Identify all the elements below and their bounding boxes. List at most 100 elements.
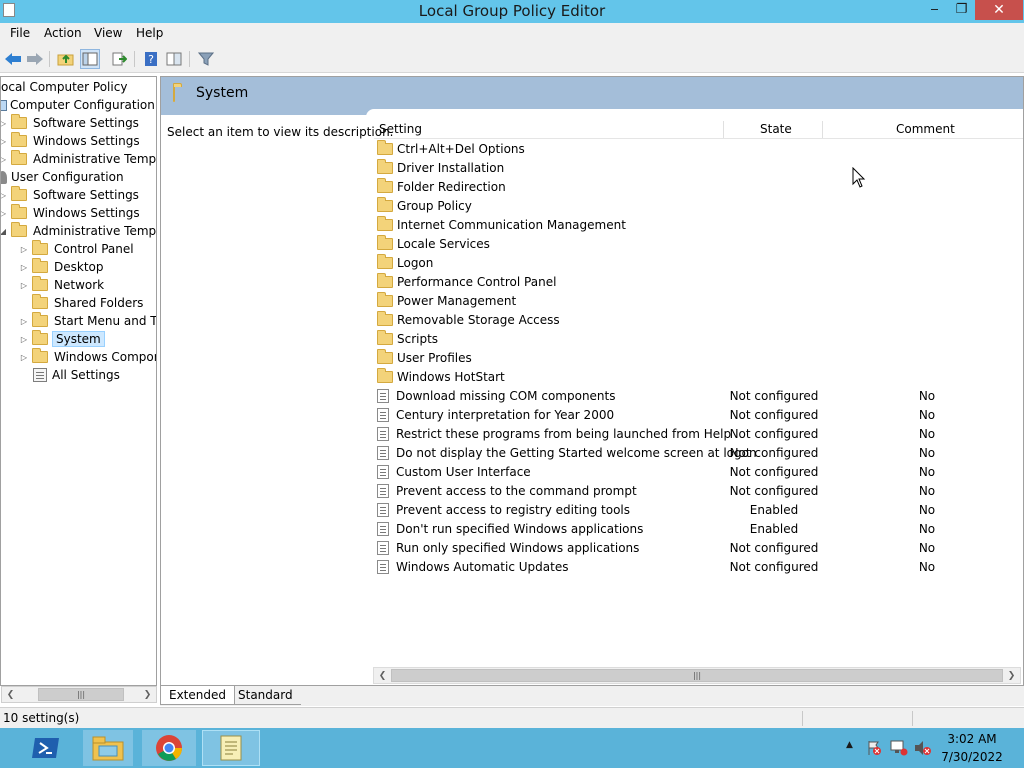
tree-item-windows-settings[interactable]: ▷ Windows Settings	[1, 204, 156, 222]
expand-arrow-icon[interactable]: ▷	[1, 136, 8, 146]
collapse-arrow-icon[interactable]: ◢	[1, 226, 8, 236]
forward-arrow-icon[interactable]	[25, 49, 45, 69]
clock-date[interactable]: 7/30/2022	[932, 750, 1012, 764]
volume-muted-icon[interactable]	[914, 740, 932, 759]
list-item-setting[interactable]: Run only specified Windows applications N…	[377, 538, 1017, 557]
list-item-folder[interactable]: Performance Control Panel	[377, 272, 1017, 291]
tree-item-user-configuration[interactable]: User Configuration	[1, 168, 156, 186]
toolbar: ?	[0, 45, 1024, 73]
policy-setting-icon	[377, 521, 389, 536]
row-comment: No	[918, 540, 936, 555]
scroll-thumb[interactable]: |||	[38, 688, 124, 701]
scroll-right-icon[interactable]: ❯	[1003, 668, 1020, 683]
list-item-setting[interactable]: Don't run specified Windows applications…	[377, 519, 1017, 538]
list-item-folder[interactable]: Removable Storage Access	[377, 310, 1017, 329]
menu-file[interactable]: File	[10, 26, 30, 40]
tab-extended[interactable]: Extended	[160, 686, 235, 705]
show-hide-tree-icon[interactable]	[80, 49, 100, 69]
tree-item-windows-settings[interactable]: ▷ Windows Settings	[1, 132, 156, 150]
expand-arrow-icon[interactable]: ▷	[1, 154, 8, 164]
tree-item-administrative-templates[interactable]: ▷ Administrative Templa	[1, 150, 156, 168]
show-hidden-icons-icon[interactable]: ▲	[846, 740, 853, 750]
tree-item-software-settings[interactable]: ▷ Software Settings	[1, 114, 156, 132]
close-button[interactable]: ✕	[975, 0, 1023, 20]
tree-item-all-settings[interactable]: All Settings	[1, 366, 156, 384]
expand-arrow-icon[interactable]: ▷	[19, 280, 29, 290]
list-item-folder[interactable]: User Profiles	[377, 348, 1017, 367]
properties-pane-icon[interactable]	[164, 49, 184, 69]
network-icon[interactable]	[890, 740, 908, 759]
expand-arrow-icon[interactable]: ▷	[1, 208, 8, 218]
menu-action[interactable]: Action	[44, 26, 82, 40]
list-item-setting[interactable]: Century interpretation for Year 2000 Not …	[377, 405, 1017, 424]
column-setting[interactable]: Setting	[379, 122, 422, 136]
file-explorer-icon[interactable]	[83, 730, 133, 766]
expand-arrow-icon[interactable]: ▷	[19, 244, 29, 254]
powershell-icon[interactable]	[26, 730, 66, 766]
restore-button[interactable]: ❐	[948, 0, 975, 20]
tree-item-label: Network	[54, 278, 105, 292]
list-item-setting[interactable]: Restrict these programs from being launc…	[377, 424, 1017, 443]
tree-item-system[interactable]: ▷ System	[1, 330, 156, 348]
expand-arrow-icon[interactable]: ▷	[19, 316, 29, 326]
tree-item-local-computer-policy[interactable]: ocal Computer Policy	[1, 78, 156, 96]
action-center-icon[interactable]	[866, 740, 882, 759]
chrome-icon[interactable]	[142, 730, 196, 766]
list-item-setting[interactable]: Download missing COM components Not confi…	[377, 386, 1017, 405]
list-item-setting[interactable]: Windows Automatic Updates Not configured N…	[377, 557, 1017, 576]
list-item-folder[interactable]: Windows HotStart	[377, 367, 1017, 386]
scroll-left-icon[interactable]: ❮	[2, 687, 19, 702]
group-policy-taskbar-icon[interactable]	[202, 730, 260, 766]
list-item-folder[interactable]: Internet Communication Management	[377, 215, 1017, 234]
tree-item-network[interactable]: ▷ Network	[1, 276, 156, 294]
menu-help[interactable]: Help	[136, 26, 163, 40]
list-item-folder[interactable]: Folder Redirection	[377, 177, 1017, 196]
tree-item-windows-components[interactable]: ▷ Windows Compone	[1, 348, 156, 366]
expand-arrow-icon[interactable]: ▷	[1, 190, 8, 200]
tree-horizontal-scrollbar[interactable]: ❮ ||| ❯	[1, 686, 157, 703]
column-divider[interactable]	[822, 121, 823, 138]
filter-icon[interactable]	[196, 49, 216, 69]
list-item-folder[interactable]: Locale Services	[377, 234, 1017, 253]
expand-arrow-icon[interactable]: ▷	[1, 118, 8, 128]
column-divider[interactable]	[723, 121, 724, 138]
export-list-icon[interactable]	[109, 49, 129, 69]
tree-item-start-menu[interactable]: ▷ Start Menu and Tas	[1, 312, 156, 330]
tree-content: ocal Computer Policy Computer Configurat…	[1, 78, 156, 384]
list-horizontal-scrollbar[interactable]: ❮ ||| ❯	[373, 667, 1021, 684]
column-comment[interactable]: Comment	[896, 122, 955, 136]
list-item-folder[interactable]: Group Policy	[377, 196, 1017, 215]
tree-item-shared-folders[interactable]: Shared Folders	[1, 294, 156, 312]
details-pane: System Select an item to view its descri…	[160, 76, 1024, 686]
expand-arrow-icon[interactable]: ▷	[19, 352, 29, 362]
column-state[interactable]: State	[760, 122, 792, 136]
tree-item-control-panel[interactable]: ▷ Control Panel	[1, 240, 156, 258]
list-item-folder[interactable]: Scripts	[377, 329, 1017, 348]
menu-view[interactable]: View	[94, 26, 122, 40]
back-arrow-icon[interactable]	[3, 49, 23, 69]
tab-standard[interactable]: Standard	[230, 686, 301, 705]
expand-arrow-icon[interactable]: ▷	[19, 334, 29, 344]
tree-item-desktop[interactable]: ▷ Desktop	[1, 258, 156, 276]
expand-arrow-icon[interactable]: ▷	[19, 262, 29, 272]
tree-item-computer-configuration[interactable]: Computer Configuration	[1, 96, 156, 114]
scroll-left-icon[interactable]: ❮	[374, 668, 391, 683]
clock-time[interactable]: 3:02 AM	[932, 732, 1012, 746]
list-item-setting[interactable]: Prevent access to registry editing tools…	[377, 500, 1017, 519]
tree-item-administrative-templates[interactable]: ◢ Administrative Templa	[1, 222, 156, 240]
list-item-folder[interactable]: Ctrl+Alt+Del Options	[377, 139, 1017, 158]
list-item-setting[interactable]: Prevent access to the command prompt Not …	[377, 481, 1017, 500]
help-icon[interactable]: ?	[141, 49, 161, 69]
list-item-folder[interactable]: Driver Installation	[377, 158, 1017, 177]
row-state: Enabled	[749, 502, 799, 517]
list-item-setting[interactable]: Do not display the Getting Started welco…	[377, 443, 1017, 462]
tree-item-software-settings[interactable]: ▷ Software Settings	[1, 186, 156, 204]
scroll-right-icon[interactable]: ❯	[139, 687, 156, 702]
up-folder-icon[interactable]	[56, 49, 76, 69]
list-item-folder[interactable]: Logon	[377, 253, 1017, 272]
list-item-folder[interactable]: Power Management	[377, 291, 1017, 310]
list-item-setting[interactable]: Custom User Interface Not configured No	[377, 462, 1017, 481]
row-label: Power Management	[397, 293, 517, 308]
scroll-thumb[interactable]: |||	[391, 669, 1003, 682]
minimize-button[interactable]: ‒	[921, 0, 948, 20]
